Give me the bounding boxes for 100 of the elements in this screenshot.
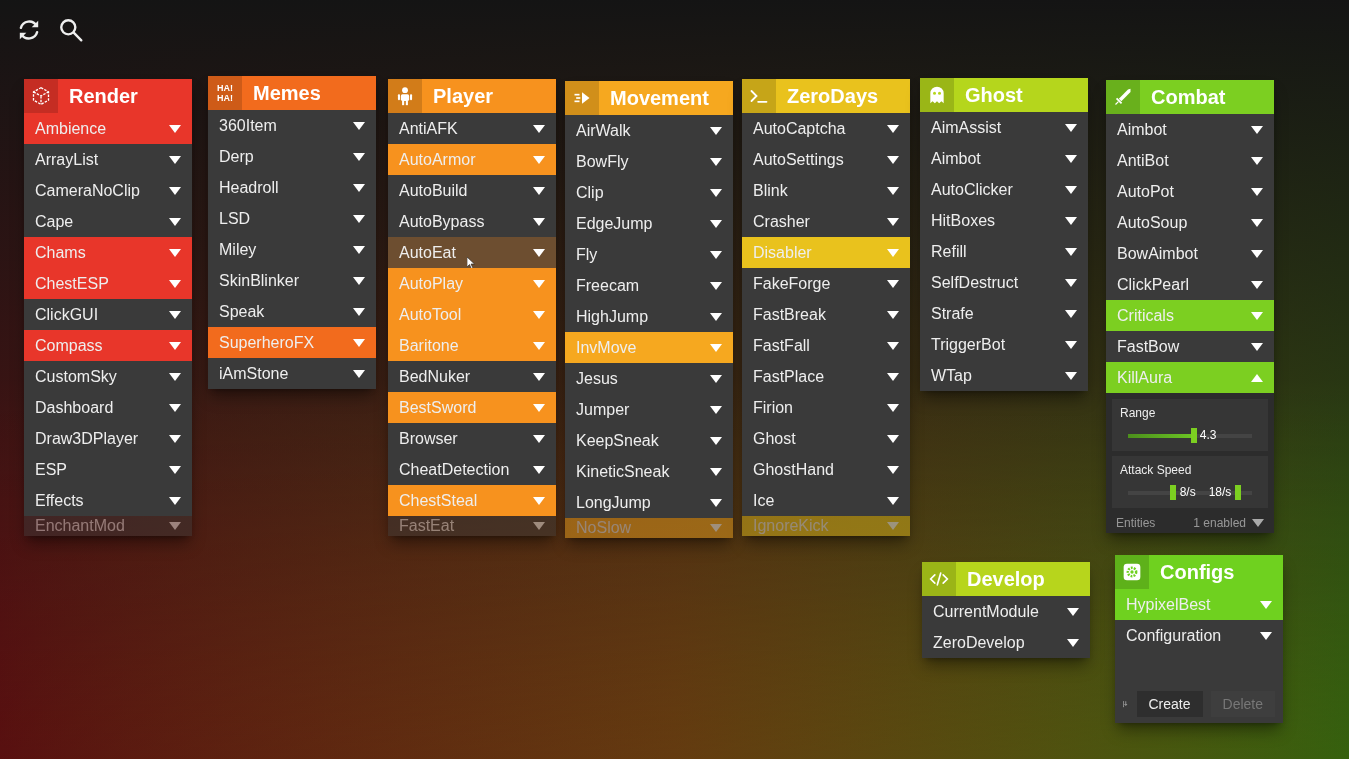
- module-row[interactable]: Chams: [24, 237, 192, 268]
- icon-label: HA! HA!: [217, 83, 233, 103]
- caret-icon: [533, 403, 545, 412]
- caret-icon: [1251, 218, 1263, 227]
- module-row[interactable]: Freecam: [565, 270, 733, 301]
- module-row[interactable]: AutoSettings: [742, 144, 910, 175]
- module-row[interactable]: WTap: [920, 360, 1088, 391]
- module-row[interactable]: CameraNoClip: [24, 175, 192, 206]
- slider-thumb[interactable]: [1190, 428, 1197, 443]
- module-row[interactable]: AutoEat: [388, 237, 556, 268]
- module-row[interactable]: Refill: [920, 236, 1088, 267]
- module-row[interactable]: ArrayList: [24, 144, 192, 175]
- module-row[interactable]: Effects: [24, 485, 192, 516]
- module-row[interactable]: Derp: [208, 141, 376, 172]
- caret-icon: [710, 343, 722, 352]
- module-row[interactable]: Fly: [565, 239, 733, 270]
- module-row[interactable]: KineticSneak: [565, 456, 733, 487]
- module-row[interactable]: Speak: [208, 296, 376, 327]
- caret-icon: [533, 310, 545, 319]
- module-row[interactable]: AutoPot: [1106, 176, 1274, 207]
- module-row[interactable]: FakeForge: [742, 268, 910, 299]
- module-row[interactable]: iAmStone: [208, 358, 376, 389]
- caret-icon: [169, 372, 181, 381]
- module-row[interactable]: Ghost: [742, 423, 910, 454]
- caret-icon: [533, 434, 545, 443]
- module-row[interactable]: AimAssist: [920, 112, 1088, 143]
- module-row[interactable]: Ice: [742, 485, 910, 516]
- module-row[interactable]: ESP: [24, 454, 192, 485]
- module-row[interactable]: Browser: [388, 423, 556, 454]
- caret-icon: [887, 186, 899, 195]
- search-icon[interactable]: [58, 16, 84, 43]
- module-row[interactable]: SelfDestruct: [920, 267, 1088, 298]
- module-row[interactable]: LongJump: [565, 487, 733, 518]
- module-row[interactable]: CustomSky: [24, 361, 192, 392]
- module-row[interactable]: AutoCaptcha: [742, 113, 910, 144]
- caret-icon: [169, 310, 181, 319]
- module-row[interactable]: TriggerBot: [920, 329, 1088, 360]
- module-row[interactable]: BowAimbot: [1106, 238, 1274, 269]
- caret-icon: [887, 465, 899, 474]
- module-row[interactable]: Jesus: [565, 363, 733, 394]
- caret-icon: [1251, 249, 1263, 258]
- module-row[interactable]: ChestESP: [24, 268, 192, 299]
- setting-label: Entities: [1116, 515, 1156, 532]
- module-row[interactable]: HitBoxes: [920, 205, 1088, 236]
- slider-track[interactable]: 8/s 18/s: [1128, 485, 1252, 500]
- module-row[interactable]: Draw3DPlayer: [24, 423, 192, 454]
- module-row[interactable]: BowFly: [565, 146, 733, 177]
- panel-title: Memes: [252, 81, 321, 106]
- caret-icon: [169, 522, 181, 530]
- module-row[interactable]: SkinBlinker: [208, 265, 376, 296]
- module-row[interactable]: Ambience: [24, 113, 192, 144]
- module-row[interactable]: ClickGUI: [24, 299, 192, 330]
- module-row[interactable]: Firion: [742, 392, 910, 423]
- module-row[interactable]: AntiAFK: [388, 113, 556, 144]
- slider-thumb[interactable]: [1169, 485, 1176, 500]
- module-row[interactable]: FastBow: [1106, 331, 1274, 362]
- module-row[interactable]: KeepSneak: [565, 425, 733, 456]
- module-row[interactable]: ClickPearl: [1106, 269, 1274, 300]
- module-row[interactable]: Miley: [208, 234, 376, 265]
- panel-title: Player: [432, 84, 494, 109]
- slider-track[interactable]: 4.3: [1128, 428, 1252, 443]
- module-row[interactable]: Dashboard: [24, 392, 192, 423]
- module-row[interactable]: EdgeJump: [565, 208, 733, 239]
- module-row[interactable]: Aimbot: [1106, 114, 1274, 145]
- caret-icon: [1065, 154, 1077, 163]
- module-row[interactable]: FastPlace: [742, 361, 910, 392]
- module-row[interactable]: AutoBuild: [388, 175, 556, 206]
- module-row[interactable]: Configuration: [1115, 620, 1283, 651]
- module-row[interactable]: ZeroDevelop: [922, 627, 1090, 658]
- module-row[interactable]: FastFall: [742, 330, 910, 361]
- module-row[interactable]: LSD: [208, 203, 376, 234]
- module-row[interactable]: Aimbot: [920, 143, 1088, 174]
- module-row[interactable]: Blink: [742, 175, 910, 206]
- slider-thumb[interactable]: [1235, 485, 1242, 500]
- module-row[interactable]: Clip: [565, 177, 733, 208]
- module-row[interactable]: Cape: [24, 206, 192, 237]
- setting-row[interactable]: Entities 1 enabled: [1112, 513, 1268, 533]
- module-row[interactable]: Jumper: [565, 394, 733, 425]
- module-row[interactable]: AntiBot: [1106, 145, 1274, 176]
- module-row[interactable]: AutoBypass: [388, 206, 556, 237]
- module-row[interactable]: 360Item: [208, 110, 376, 141]
- module-row[interactable]: Compass: [24, 330, 192, 361]
- module-row[interactable]: GhostHand: [742, 454, 910, 485]
- module-row[interactable]: AutoClicker: [920, 174, 1088, 205]
- module-row[interactable]: CheatDetection: [388, 454, 556, 485]
- module-row[interactable]: CurrentModule: [922, 596, 1090, 627]
- module-row[interactable]: AutoSoup: [1106, 207, 1274, 238]
- caret-icon: [169, 341, 181, 350]
- panel-title: Combat: [1150, 85, 1226, 110]
- module-row[interactable]: AirWalk: [565, 115, 733, 146]
- module-row[interactable]: Crasher: [742, 206, 910, 237]
- module-row[interactable]: BedNuker: [388, 361, 556, 392]
- module-row[interactable]: HighJump: [565, 301, 733, 332]
- caret-icon: [887, 372, 899, 381]
- caret-icon: [1251, 280, 1263, 289]
- caret-icon: [710, 498, 722, 507]
- module-row[interactable]: Headroll: [208, 172, 376, 203]
- module-row[interactable]: FastBreak: [742, 299, 910, 330]
- module-row[interactable]: Strafe: [920, 298, 1088, 329]
- config-button[interactable]: Create: [1136, 691, 1203, 717]
